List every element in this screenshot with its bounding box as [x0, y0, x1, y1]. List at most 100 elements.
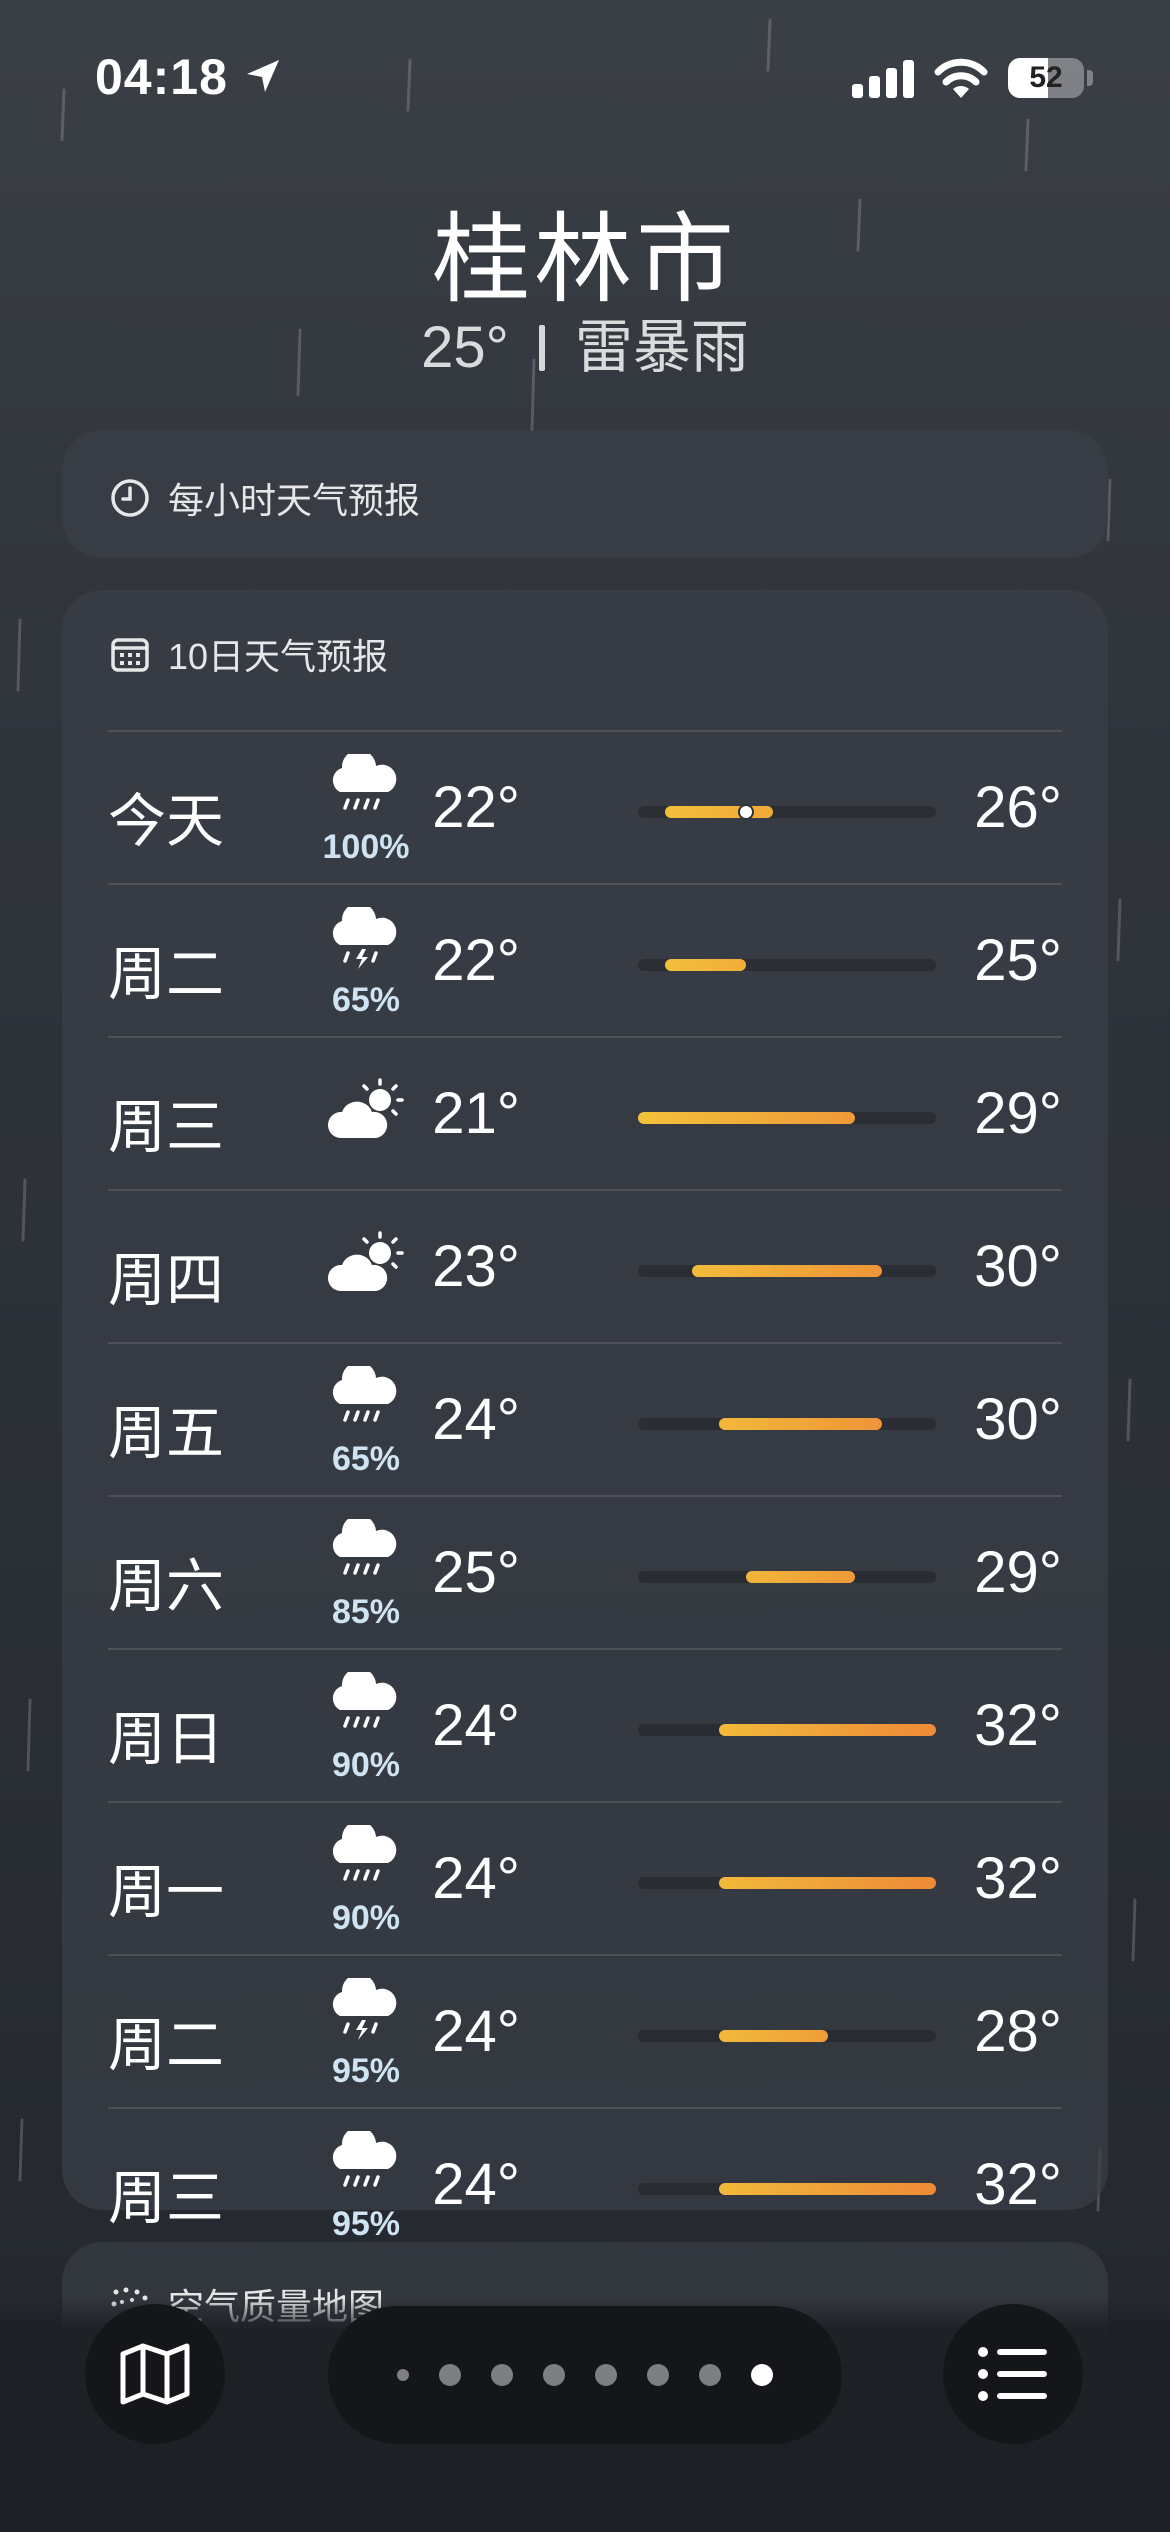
temperature-range-track	[638, 2030, 936, 2042]
forecast-row[interactable]: 周二 95% 24° 28°	[108, 1954, 1062, 2107]
rain-icon	[332, 1519, 397, 1575]
forecast-day: 周五	[108, 1401, 225, 1466]
low-temperature: 24°	[432, 1387, 520, 1452]
page-dot[interactable]	[491, 2364, 513, 2386]
forecast-row[interactable]: 周三 95% 24° 32°	[108, 2107, 1062, 2260]
current-temperature: 25°	[421, 315, 509, 380]
forecast-row[interactable]: 周日 90% 24° 32°	[108, 1648, 1062, 1801]
page-indicator[interactable]	[328, 2306, 842, 2444]
wifi-icon	[934, 58, 988, 98]
temperature-range-bar	[746, 1571, 855, 1583]
rain-icon	[332, 1672, 397, 1728]
current-condition: 雷暴雨	[574, 315, 749, 380]
page-dot[interactable]	[751, 2364, 773, 2386]
forecast-row[interactable]: 周一 90% 24° 32°	[108, 1801, 1062, 1954]
rain-icon	[332, 2131, 397, 2187]
forecast-row[interactable]: 周六 85% 25° 29°	[108, 1495, 1062, 1648]
rain-icon	[332, 754, 397, 810]
temperature-range-bar	[665, 806, 774, 818]
page-dot[interactable]	[647, 2364, 669, 2386]
forecast-day: 周二	[108, 942, 225, 1007]
hourly-forecast-header: 每小时天气预报	[110, 472, 420, 524]
page-dot[interactable]	[595, 2364, 617, 2386]
high-temperature: 32°	[974, 1693, 1062, 1758]
map-icon	[120, 2343, 190, 2405]
page-dot[interactable]	[439, 2364, 461, 2386]
low-temperature: 25°	[432, 1540, 520, 1605]
map-button[interactable]	[85, 2304, 225, 2444]
thunderstorm-icon	[332, 1978, 397, 2040]
forecast-row[interactable]: 今天 100% 22° 26°	[108, 730, 1062, 883]
rain-icon	[332, 1366, 397, 1422]
location-arrow-icon	[247, 60, 279, 92]
thunderstorm-icon	[332, 907, 397, 969]
temperature-range-track	[638, 1877, 936, 1889]
daily-forecast-header: 10日天气预报	[110, 628, 388, 680]
forecast-day: 周日	[108, 1707, 225, 1772]
high-temperature: 26°	[974, 775, 1062, 840]
temperature-range-bar	[719, 1418, 882, 1430]
temperature-range-bar	[719, 1724, 936, 1736]
high-temperature: 30°	[974, 1387, 1062, 1452]
temperature-range-track	[638, 804, 936, 820]
forecast-day: 周二	[108, 2013, 225, 2078]
page-dot[interactable]	[699, 2364, 721, 2386]
temperature-range-bar	[638, 1112, 855, 1124]
cellular-signal-icon	[852, 60, 914, 98]
high-temperature: 25°	[974, 928, 1062, 993]
status-time: 04:18	[95, 49, 228, 105]
low-temperature: 24°	[432, 1999, 520, 2064]
forecast-row[interactable]: 周四 23° 30°	[108, 1189, 1062, 1342]
temperature-range-track	[638, 959, 936, 971]
forecast-row[interactable]: 周五 65% 24° 30°	[108, 1342, 1062, 1495]
forecast-day: 周一	[108, 1860, 225, 1925]
low-temperature: 21°	[432, 1081, 520, 1146]
temperature-range-bar	[719, 1877, 936, 1889]
high-temperature: 29°	[974, 1540, 1062, 1605]
hourly-forecast-title: 每小时天气预报	[168, 480, 421, 521]
partly-sunny-icon	[327, 1078, 404, 1138]
forecast-day: 今天	[108, 789, 225, 854]
hourly-forecast-card[interactable]: 每小时天气预报	[62, 430, 1108, 558]
temperature-range-track	[638, 1571, 936, 1583]
page-dot-location[interactable]	[397, 2369, 409, 2381]
high-temperature: 29°	[974, 1081, 1062, 1146]
temperature-range-bar	[665, 959, 747, 971]
low-temperature: 24°	[432, 1846, 520, 1911]
temperature-range-track	[638, 1265, 936, 1277]
battery-tip	[1087, 70, 1093, 86]
location-list-button[interactable]	[943, 2304, 1083, 2444]
high-temperature: 32°	[974, 1846, 1062, 1911]
low-temperature: 23°	[432, 1234, 520, 1299]
calendar-icon	[111, 638, 149, 672]
daily-forecast-title: 10日天气预报	[168, 636, 389, 677]
daily-forecast-list: 今天 100% 22° 26° 周二 65% 22° 25° 周三 21° 29° 周四 23° 30° 周…	[108, 730, 1062, 2260]
clock-icon	[111, 479, 149, 517]
low-temperature: 22°	[432, 775, 520, 840]
temperature-range-track	[638, 1418, 936, 1430]
temperature-range-track	[638, 1112, 936, 1124]
forecast-row[interactable]: 周二 65% 22° 25°	[108, 883, 1062, 1036]
rain-icon	[332, 1825, 397, 1881]
page-dot[interactable]	[543, 2364, 565, 2386]
low-temperature: 24°	[432, 2152, 520, 2217]
current-summary: 25° 雷暴雨	[0, 300, 1170, 384]
list-icon	[978, 2347, 1047, 2401]
temperature-range-track	[638, 2183, 936, 2195]
forecast-day: 周六	[108, 1554, 225, 1619]
forecast-day: 周四	[108, 1248, 225, 1313]
temperature-range-bar	[719, 2030, 828, 2042]
low-temperature: 24°	[432, 1693, 520, 1758]
partly-sunny-icon	[327, 1231, 404, 1291]
low-temperature: 22°	[432, 928, 520, 993]
daily-forecast-card[interactable]: 10日天气预报 今天 100% 22° 26° 周二 65% 22° 25° 周三 21° 29° 周…	[62, 590, 1108, 2243]
status-bar: 04:18 52	[0, 0, 1170, 150]
high-temperature: 32°	[974, 2152, 1062, 2217]
battery-indicator: 52	[1008, 58, 1084, 98]
high-temperature: 30°	[974, 1234, 1062, 1299]
high-temperature: 28°	[974, 1999, 1062, 2064]
forecast-day: 周三	[108, 2166, 225, 2231]
temperature-range-bar	[692, 1265, 882, 1277]
temperature-range-bar	[719, 2183, 936, 2195]
forecast-row[interactable]: 周三 21° 29°	[108, 1036, 1062, 1189]
